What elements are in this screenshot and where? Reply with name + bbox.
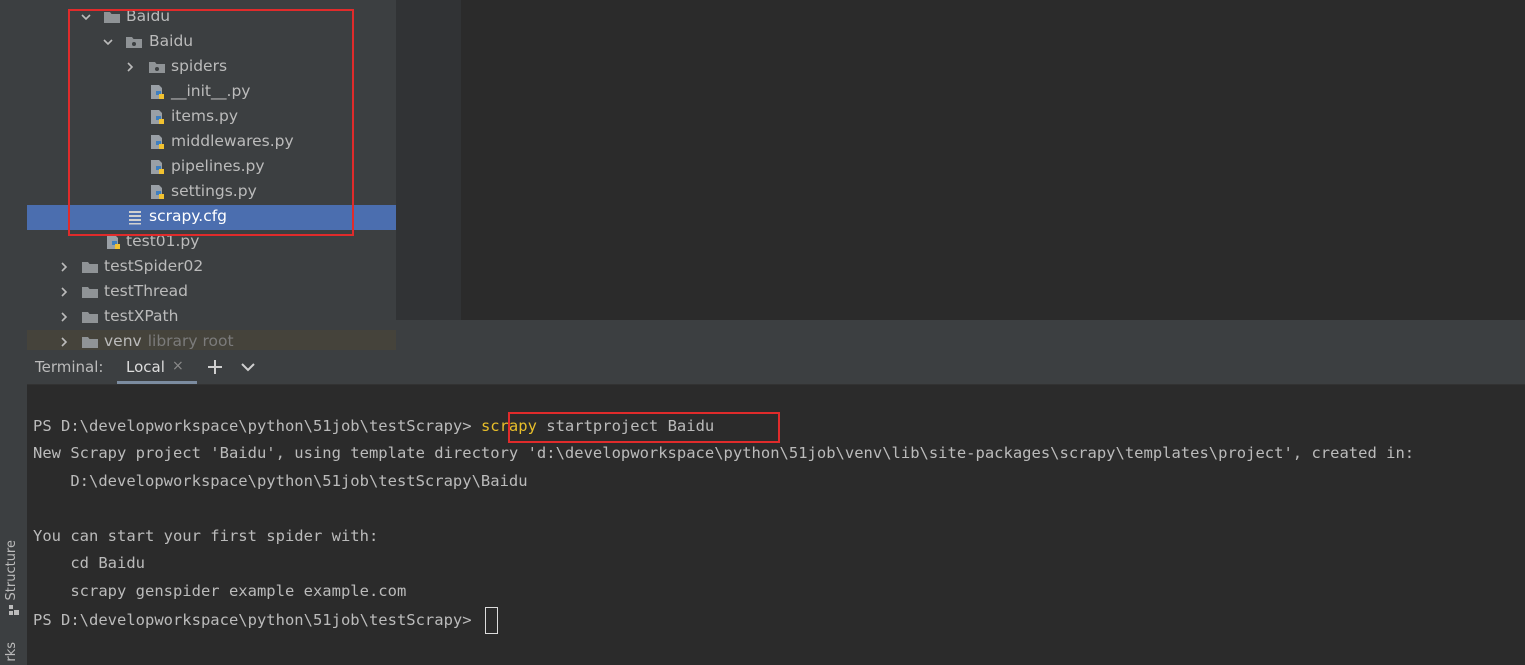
tree-item-venv[interactable]: venv library root (27, 330, 396, 350)
tab-close-icon[interactable]: × (172, 358, 184, 374)
highlight-box-command (508, 412, 780, 443)
new-terminal-button[interactable] (204, 356, 226, 378)
left-tool-strip: Structure rks (0, 0, 28, 665)
tree-item-testspider02[interactable]: testSpider02 (27, 255, 396, 280)
editor-gutter (396, 0, 462, 320)
chevron-right-icon[interactable] (57, 334, 71, 350)
venv-label: venv (104, 332, 142, 350)
terminal-line-created: New Scrapy project 'Baidu', using templa… (33, 444, 1415, 462)
prompt-text: PS D:\developworkspace\python\51job\test… (33, 611, 481, 629)
highlight-box-project-files (68, 9, 354, 236)
prompt-text: PS D:\developworkspace\python\51job\test… (33, 417, 481, 435)
tree-item-label: testSpider02 (104, 257, 204, 275)
chevron-right-icon[interactable] (57, 284, 71, 300)
tree-item-testthread[interactable]: testThread (27, 280, 396, 305)
chevron-right-icon[interactable] (57, 259, 71, 275)
chevron-right-icon[interactable] (57, 309, 71, 325)
terminal-line-created-path: D:\developworkspace\python\51job\testScr… (33, 472, 528, 490)
tree-item-label: venv library root (104, 332, 234, 350)
terminal-title: Terminal: (35, 358, 104, 376)
terminal-dropdown-button[interactable] (237, 356, 259, 378)
folder-icon (82, 312, 98, 323)
folder-icon (82, 337, 98, 348)
editor-bottom-bar (396, 320, 1525, 350)
python-file-icon (107, 235, 120, 249)
library-root-hint: library root (147, 332, 234, 350)
tab-local-label: Local (126, 358, 165, 376)
tab-local[interactable]: Local × (117, 350, 197, 384)
tree-item-testxpath[interactable]: testXPath (27, 305, 396, 330)
terminal-line-cd: cd Baidu (33, 554, 145, 572)
terminal-line-start-hint: You can start your first spider with: (33, 527, 379, 545)
structure-icon (9, 605, 19, 615)
folder-icon (82, 262, 98, 273)
structure-tab[interactable]: Structure (4, 540, 19, 600)
terminal-toolbar: Terminal: Local × + ⌄ (27, 350, 1525, 385)
editor-area[interactable] (461, 0, 1525, 320)
tree-item-label: testXPath (104, 307, 179, 325)
tab-active-underline (117, 381, 197, 384)
bookmarks-tab[interactable]: rks (4, 642, 19, 662)
terminal-line-prompt: PS D:\developworkspace\python\51job\test… (33, 607, 498, 634)
terminal-line-genspider: scrapy genspider example example.com (33, 582, 407, 600)
tree-item-label: testThread (104, 282, 188, 300)
folder-icon (82, 287, 98, 298)
terminal-cursor (484, 607, 498, 634)
